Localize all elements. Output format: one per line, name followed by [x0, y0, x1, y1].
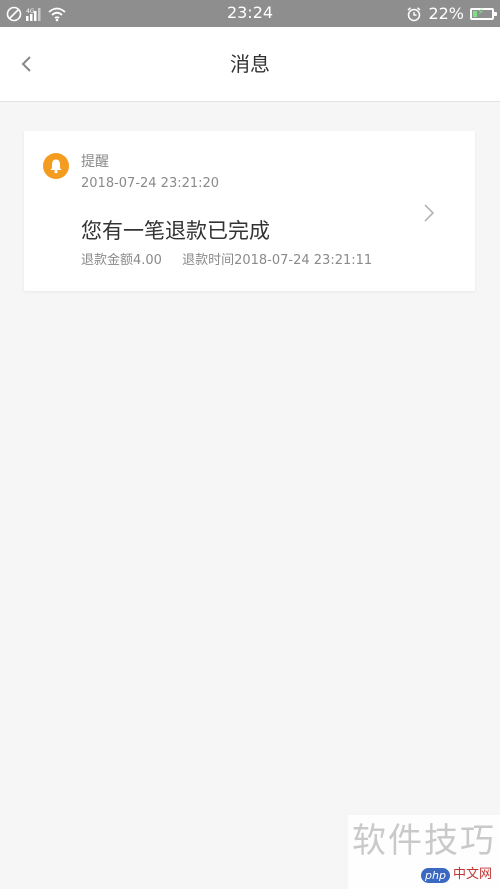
- bell-icon: [43, 153, 69, 179]
- status-bar: 4G 23:24 22% ⚡: [0, 0, 500, 27]
- alarm-icon: [407, 6, 421, 21]
- watermark-logo: php 中文网: [421, 867, 492, 883]
- status-icons-right: 22% ⚡: [406, 4, 497, 23]
- message-card[interactable]: 提醒 2018-07-24 23:21:20 您有一笔退款已完成 退款金额4.0…: [24, 131, 475, 291]
- message-title: 您有一笔退款已完成: [81, 219, 270, 243]
- battery-percent: 22%: [428, 4, 464, 23]
- page-title: 消息: [230, 52, 270, 76]
- nav-bar: 消息: [0, 27, 500, 102]
- refund-time: 退款时间2018-07-24 23:21:11: [182, 253, 373, 268]
- battery-charging-icon: ⚡: [470, 7, 497, 20]
- refund-amount: 退款金额4.00: [81, 253, 162, 268]
- message-type-label: 提醒: [81, 154, 109, 170]
- message-timestamp: 2018-07-24 23:21:20: [81, 176, 220, 191]
- watermark-logo-badge: php: [421, 867, 450, 883]
- watermark: 软件技巧 php 中文网: [348, 815, 500, 889]
- message-detail: 退款金额4.00 退款时间2018-07-24 23:21:11: [81, 252, 372, 270]
- chevron-right-icon: [424, 204, 435, 222]
- watermark-logo-site: 中文网: [452, 867, 492, 882]
- watermark-text: 软件技巧: [352, 821, 496, 861]
